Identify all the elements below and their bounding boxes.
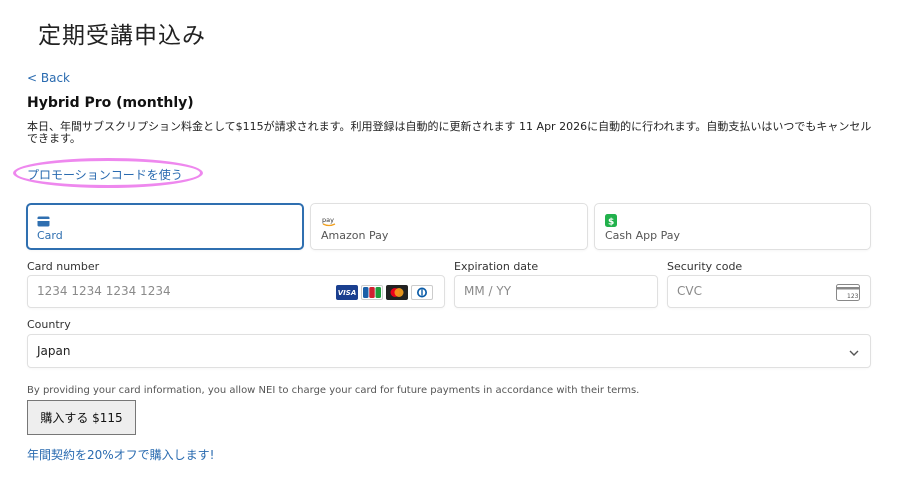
cvc-icon-text: 123 [847, 293, 859, 300]
back-link[interactable]: < Back [27, 71, 70, 85]
cvc-card-icon: 123 [836, 284, 860, 305]
expiration-input[interactable] [464, 284, 606, 298]
expiration-label: Expiration date [454, 260, 539, 273]
payment-tab-card[interactable]: Card [26, 203, 304, 250]
charge-description: 本日、年間サブスクリプション料金として$115が請求されます。利用登録は自動的に… [27, 120, 872, 145]
card-number-field[interactable]: VISA [27, 275, 445, 308]
card-brand-logos: VISA [336, 285, 433, 300]
annual-plan-link[interactable]: 年間契約を20%オフで購入します! [27, 446, 214, 463]
chevron-down-icon [848, 344, 860, 363]
payment-tab-card-label: Card [37, 229, 63, 242]
expiration-field[interactable] [454, 275, 658, 308]
security-code-label: Security code [667, 260, 743, 273]
payment-tab-cash-app[interactable]: $ Cash App Pay [594, 203, 871, 250]
country-value: Japan [37, 344, 71, 358]
visa-icon: VISA [336, 285, 358, 300]
svg-text:pay: pay [322, 216, 334, 224]
diners-club-icon [411, 285, 433, 300]
page-title: 定期受講申込み [38, 23, 206, 49]
payment-tab-amazon-pay-label: Amazon Pay [321, 229, 389, 242]
jcb-icon [361, 285, 383, 300]
payment-tab-cash-app-label: Cash App Pay [605, 229, 680, 242]
country-select[interactable]: Japan [27, 334, 871, 368]
svg-text:$: $ [608, 218, 614, 228]
mastercard-icon [386, 285, 408, 300]
plan-name: Hybrid Pro (monthly) [27, 95, 194, 111]
buy-button[interactable]: 購入する $115 [27, 400, 136, 435]
security-code-field[interactable]: 123 [667, 275, 871, 308]
security-code-input[interactable] [677, 284, 819, 298]
promo-code-link[interactable]: プロモーションコードを使う [27, 166, 183, 183]
payment-tab-amazon-pay[interactable]: pay Amazon Pay [310, 203, 588, 250]
card-number-input[interactable] [37, 284, 329, 298]
consent-text: By providing your card information, you … [27, 385, 640, 396]
country-label: Country [27, 318, 71, 331]
card-number-label: Card number [27, 260, 100, 273]
